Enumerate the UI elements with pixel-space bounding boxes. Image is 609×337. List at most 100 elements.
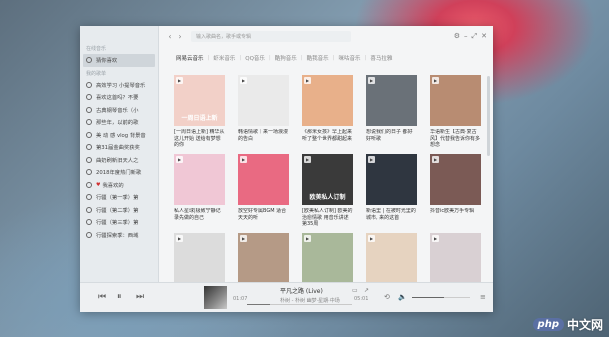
sidebar-playlist-item[interactable]: 喜欢这首吗？不要 bbox=[80, 91, 158, 104]
playlist-caption[interactable]: [欧美私人订制] 欧美的治愈情歌 用音乐讲述第35周 bbox=[302, 208, 353, 228]
playlist-card[interactable]: ▶ 欧美私人订制 [欧美私人订制] 欧美的治愈情歌 用音乐讲述第35周 bbox=[302, 154, 353, 228]
playlist-card[interactable]: ▶ 抖音ic欧美万手专辑 bbox=[430, 154, 481, 228]
source-tab[interactable]: QQ音乐 bbox=[241, 54, 269, 62]
sidebar-playlist-item[interactable]: 第31届金曲奖获奖 bbox=[80, 141, 158, 154]
source-tab[interactable]: 酷我音乐 bbox=[303, 54, 333, 62]
play-icon[interactable]: ▶ bbox=[240, 77, 247, 84]
playlist-card[interactable]: ▶ bbox=[238, 233, 289, 284]
playlist-caption[interactable]: 抖音ic欧美万手专辑 bbox=[430, 208, 481, 228]
playlist-card[interactable]: ▶ bbox=[174, 233, 225, 284]
playlist-cover[interactable]: ▶ 欧美私人订制 bbox=[302, 154, 353, 205]
close-icon[interactable]: ✕ bbox=[481, 32, 487, 41]
previous-icon[interactable]: ⏮ bbox=[98, 292, 106, 302]
playlist-icon[interactable]: ≡ bbox=[480, 293, 486, 301]
sidebar-playlist-item[interactable]: 行疆（第三季）第 bbox=[80, 216, 158, 229]
cover-text: 一周日语上新 bbox=[181, 115, 218, 122]
play-icon[interactable]: ▶ bbox=[176, 77, 183, 84]
album-cover[interactable] bbox=[204, 286, 227, 309]
source-tab[interactable]: 喜马拉雅 bbox=[366, 54, 396, 62]
playlist-cover[interactable]: ▶ bbox=[302, 233, 353, 284]
playlist-cover[interactable]: ▶ bbox=[430, 75, 481, 126]
playlist-cover[interactable]: ▶ 一周日语上新 bbox=[174, 75, 225, 126]
playlist-cover[interactable]: ▶ bbox=[430, 154, 481, 205]
playlist-caption[interactable]: 想说我们的日子 都好好听歌 bbox=[366, 129, 417, 149]
playlist-cover[interactable]: ▶ bbox=[238, 75, 289, 126]
play-icon[interactable]: ▶ bbox=[432, 77, 439, 84]
progress-bar[interactable] bbox=[247, 304, 352, 305]
sidebar-playlist-item[interactable]: 行疆探索季：西域 bbox=[80, 229, 158, 242]
playlist-card[interactable]: ▶ 新语里 | 在被时光里的城市, 来的这首 bbox=[366, 154, 417, 228]
sidebar-playlist-item[interactable]: 古典钢琴音乐（小 bbox=[80, 104, 158, 117]
play-icon[interactable]: ▶ bbox=[304, 235, 311, 242]
playlist-card[interactable]: ▶ 放空好专属BGM 适合天天的听 bbox=[238, 154, 289, 228]
minimize-icon[interactable]: – bbox=[464, 32, 468, 41]
sidebar-playlist-item[interactable]: 美 动 感 vlog 背景音 bbox=[80, 129, 158, 142]
source-tab[interactable]: 网易云音乐 bbox=[172, 54, 208, 62]
play-icon[interactable]: ▶ bbox=[176, 235, 183, 242]
playlist-card[interactable]: ▶ 想说我们的日子 都好好听歌 bbox=[366, 75, 417, 149]
playlist-caption[interactable]: 《那米女孩》早上起来听了整个世界都甜起来 bbox=[302, 129, 353, 149]
settings-icon[interactable]: ⚙ bbox=[454, 32, 460, 41]
playlist-caption[interactable]: 私人星球|极致宁静记录先做的自己 bbox=[174, 208, 225, 228]
play-icon[interactable]: ▶ bbox=[368, 77, 375, 84]
play-icon[interactable]: ▶ bbox=[240, 156, 247, 163]
play-icon[interactable]: ▶ bbox=[176, 156, 183, 163]
search-input[interactable]: 输入歌曲名，歌手或专辑 bbox=[191, 30, 351, 42]
play-icon[interactable]: ▶ bbox=[368, 235, 375, 242]
sidebar-playlist-item[interactable]: 那些年，以前的歌 bbox=[80, 116, 158, 129]
forward-icon[interactable]: › bbox=[175, 32, 185, 41]
playlist-icon bbox=[86, 81, 92, 88]
playlist-caption[interactable]: 放空好专属BGM 适合天天的听 bbox=[238, 208, 289, 228]
comment-icon[interactable]: ▭ bbox=[352, 287, 358, 294]
playlist-card[interactable]: ▶ 华语新生【古典·复古风】代替我告诉你有多想念 bbox=[430, 75, 481, 149]
sidebar-playlist-item[interactable]: 行疆（第一季）第 bbox=[80, 191, 158, 204]
back-icon[interactable]: ‹ bbox=[165, 32, 175, 41]
playlist-icon bbox=[86, 131, 92, 138]
playlist-cover[interactable]: ▶ bbox=[238, 233, 289, 284]
pause-icon[interactable]: ⏸ bbox=[117, 292, 122, 302]
play-icon[interactable]: ▶ bbox=[240, 235, 247, 242]
playlist-card[interactable]: ▶ 韩语情歌｜来一场浪漫的告白 bbox=[238, 75, 289, 149]
playlist-card[interactable]: ▶ 私人星球|极致宁静记录先做的自己 bbox=[174, 154, 225, 228]
playlist-caption[interactable]: 韩语情歌｜来一场浪漫的告白 bbox=[238, 129, 289, 149]
scrollbar[interactable] bbox=[487, 76, 490, 156]
play-icon[interactable]: ▶ bbox=[304, 77, 311, 84]
sidebar-item-recommend[interactable]: 猜你喜欢 bbox=[83, 54, 155, 67]
playlist-cover[interactable]: ▶ bbox=[302, 75, 353, 126]
sidebar-playlist-item[interactable]: 2018年度热门新歌 bbox=[80, 166, 158, 179]
mini-mode-icon[interactable]: ⤢ bbox=[472, 32, 478, 41]
sidebar-playlist-item[interactable]: ♥ 我喜欢的 bbox=[80, 179, 158, 192]
source-tab[interactable]: 咪咕音乐 bbox=[335, 54, 365, 62]
player-bar: ⏮ ⏸ ⏭ 平凡之路 (Live) 朴树 - 朴树 幽梦·星期·中场 01:07… bbox=[80, 282, 493, 312]
playlist-cover[interactable]: ▶ bbox=[238, 154, 289, 205]
loop-icon[interactable]: ⟲ bbox=[384, 293, 390, 301]
playlist-caption[interactable]: 华语新生【古典·复古风】代替我告诉你有多想念 bbox=[430, 129, 481, 149]
play-icon[interactable]: ▶ bbox=[432, 235, 439, 242]
play-icon[interactable]: ▶ bbox=[368, 156, 375, 163]
playlist-cover[interactable]: ▶ bbox=[366, 154, 417, 205]
playlist-card[interactable]: ▶ bbox=[302, 233, 353, 284]
playlist-card[interactable]: ▶ 一周日语上新 [一周日语上新] 精华从这儿开始 送给有梦想的你 bbox=[174, 75, 225, 149]
playlist-card[interactable]: ▶ bbox=[366, 233, 417, 284]
playlist-card[interactable]: ▶ 《那米女孩》早上起来听了整个世界都甜起来 bbox=[302, 75, 353, 149]
share-icon[interactable]: ↗ bbox=[364, 287, 369, 294]
playlist-cover[interactable]: ▶ bbox=[430, 233, 481, 284]
sidebar-playlist-item[interactable]: 曲奶刷新旧天人之 bbox=[80, 154, 158, 167]
volume-slider[interactable] bbox=[412, 297, 470, 299]
playlist-cover[interactable]: ▶ bbox=[174, 233, 225, 284]
sidebar-item-label: 行疆探索季：西域 bbox=[96, 232, 139, 239]
playlist-cover[interactable]: ▶ bbox=[366, 75, 417, 126]
source-tab[interactable]: 虾米音乐 bbox=[209, 54, 239, 62]
volume-icon[interactable]: 🔈 bbox=[398, 293, 407, 301]
playlist-caption[interactable]: 新语里 | 在被时光里的城市, 来的这首 bbox=[366, 208, 417, 228]
playlist-caption[interactable]: [一周日语上新] 精华从这儿开始 送给有梦想的你 bbox=[174, 129, 225, 149]
playlist-card[interactable]: ▶ bbox=[430, 233, 481, 284]
play-icon[interactable]: ▶ bbox=[304, 156, 311, 163]
playlist-cover[interactable]: ▶ bbox=[174, 154, 225, 205]
source-tab[interactable]: 酷狗音乐 bbox=[271, 54, 301, 62]
next-icon[interactable]: ⏭ bbox=[136, 292, 144, 302]
playlist-cover[interactable]: ▶ bbox=[366, 233, 417, 284]
sidebar-playlist-item[interactable]: 行疆（第二季）第 bbox=[80, 204, 158, 217]
play-icon[interactable]: ▶ bbox=[432, 156, 439, 163]
sidebar-playlist-item[interactable]: 高效学习 小提琴音乐 bbox=[80, 79, 158, 92]
